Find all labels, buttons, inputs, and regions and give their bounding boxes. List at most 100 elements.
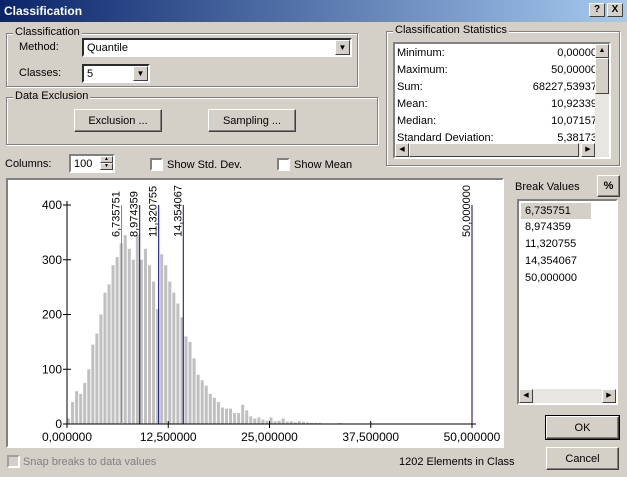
break-line-label: 50,000000 <box>461 185 473 237</box>
histogram-bar <box>216 402 220 424</box>
histogram-chart[interactable]: 0 100 200 300 400 0,000000 12,500000 25,000000 3… <box>8 180 502 446</box>
histogram-bar <box>200 380 204 424</box>
histogram-bar <box>204 385 208 424</box>
stat-name: Sum: <box>397 81 423 93</box>
histogram-bar <box>229 408 233 424</box>
list-item[interactable]: 14,354067 <box>521 253 591 269</box>
histogram-panel[interactable]: 0 100 200 300 400 0,000000 12,500000 25,000000 3… <box>6 178 504 448</box>
histogram-bar <box>212 397 216 424</box>
percent-button[interactable]: % <box>597 175 620 197</box>
list-item[interactable]: 50,000000 <box>521 270 591 286</box>
list-item[interactable]: 11,320755 <box>521 236 591 252</box>
stat-name: Minimum: <box>397 47 445 59</box>
title-bar[interactable]: Classification ? X <box>0 0 627 22</box>
histogram-bar <box>95 333 99 424</box>
histogram-bar <box>139 259 143 424</box>
spin-down-icon[interactable]: ▼ <box>100 163 113 170</box>
spin-up-icon[interactable]: ▲ <box>100 156 113 163</box>
scroll-thumb[interactable] <box>409 143 579 157</box>
window-title: Classification <box>4 4 83 18</box>
list-item[interactable]: 8,974359 <box>521 219 591 235</box>
stat-row: Maximum: 50,00000 <box>397 62 597 79</box>
classes-combo[interactable]: 5 ▼ <box>82 64 150 83</box>
chevron-down-icon[interactable]: ▼ <box>335 40 350 55</box>
histogram-bar <box>75 391 79 424</box>
y-tick-label: 400 <box>42 198 62 212</box>
sampling-button[interactable]: Sampling ... <box>208 109 296 132</box>
classification-dialog: Classification ? X Classification Method… <box>0 0 627 477</box>
scroll-thumb[interactable] <box>595 58 609 94</box>
stat-row: Median: 10,07157 <box>397 113 597 130</box>
histogram-bar <box>241 404 245 424</box>
histogram-bar <box>233 413 237 424</box>
show-std-dev-checkbox[interactable] <box>150 158 163 171</box>
columns-spinner[interactable]: 100 ▲ ▼ <box>69 154 115 173</box>
histogram-bar <box>99 314 103 424</box>
scroll-left-icon[interactable]: ◀ <box>395 143 409 157</box>
histogram-bar <box>261 419 265 424</box>
histogram-bar <box>184 336 188 424</box>
y-tick-label: 300 <box>42 253 62 267</box>
scroll-right-icon[interactable]: ▶ <box>602 389 616 403</box>
histogram-bar <box>160 254 164 424</box>
snap-breaks-checkbox[interactable] <box>7 455 20 468</box>
chevron-down-icon[interactable]: ▼ <box>133 66 148 81</box>
scroll-right-icon[interactable]: ▶ <box>581 143 595 157</box>
histogram-bar <box>257 417 261 424</box>
classes-label: Classes: <box>19 67 62 79</box>
histogram-bar <box>196 374 200 424</box>
statistics-list[interactable]: Minimum: 0,00000 Maximum: 50,00000 Sum: … <box>393 42 611 159</box>
histogram-bar <box>245 410 249 424</box>
histogram-bar <box>127 248 131 424</box>
columns-value: 100 <box>74 158 93 170</box>
method-value: Quantile <box>87 42 128 54</box>
histogram-bar <box>83 382 87 424</box>
histogram-bar <box>103 292 107 424</box>
stat-row: Minimum: 0,00000 <box>397 45 597 62</box>
x-tick-label: 50,000000 <box>444 430 501 444</box>
histogram-bar <box>148 265 152 424</box>
stat-value: 50,00000 <box>551 64 597 76</box>
x-tick-label: 0,000000 <box>42 430 92 444</box>
show-mean-checkbox[interactable] <box>277 158 290 171</box>
histogram-bar <box>253 418 257 424</box>
list-item[interactable]: 6,735751 <box>521 203 591 219</box>
stat-name: Mean: <box>397 98 428 110</box>
histogram-bar <box>143 248 147 424</box>
y-tick-label: 0 <box>55 417 62 431</box>
method-combo[interactable]: Quantile ▼ <box>82 38 352 57</box>
histogram-bar <box>168 281 172 424</box>
stat-row: Sum: 68227,53937 <box>397 79 597 96</box>
scroll-up-icon[interactable]: ▲ <box>595 44 609 58</box>
y-tick-label: 100 <box>42 362 62 376</box>
histogram-bar <box>71 402 75 424</box>
snap-breaks-label: Snap breaks to data values <box>23 456 157 468</box>
break-values-label: Break Values <box>515 181 580 193</box>
histogram-bar <box>249 416 253 424</box>
classification-group-label: Classification <box>13 26 82 38</box>
histogram-bar <box>131 259 135 424</box>
histogram-bar <box>172 292 176 424</box>
x-tick-label: 12,500000 <box>140 430 197 444</box>
histogram-bar <box>224 408 228 424</box>
data-exclusion-group-label: Data Exclusion <box>13 90 91 102</box>
histogram-bar <box>123 235 127 424</box>
exclusion-button[interactable]: Exclusion ... <box>74 109 162 132</box>
data-exclusion-group: Data Exclusion <box>6 90 378 145</box>
x-tick-label: 25,000000 <box>241 430 298 444</box>
break-values-list[interactable]: 6,735751 8,974359 11,320755 14,354067 50… <box>517 199 618 405</box>
histogram-bar <box>208 393 212 424</box>
breaks-horizontal-scrollbar[interactable]: ◀ ▶ <box>519 389 616 403</box>
stats-horizontal-scrollbar[interactable]: ◀ ▶ <box>395 143 609 157</box>
scroll-left-icon[interactable]: ◀ <box>519 389 533 403</box>
columns-label: Columns: <box>5 158 52 170</box>
help-button[interactable]: ? <box>589 3 605 17</box>
stat-name: Median: <box>397 115 437 127</box>
cancel-button[interactable]: Cancel <box>546 447 619 470</box>
stat-value: 68227,53937 <box>532 81 597 93</box>
stats-vertical-scrollbar[interactable]: ▲ <box>595 44 609 143</box>
histogram-bar <box>237 413 241 424</box>
ok-button[interactable]: OK <box>545 415 620 440</box>
y-tick-label: 200 <box>42 308 62 322</box>
close-button[interactable]: X <box>607 3 623 17</box>
